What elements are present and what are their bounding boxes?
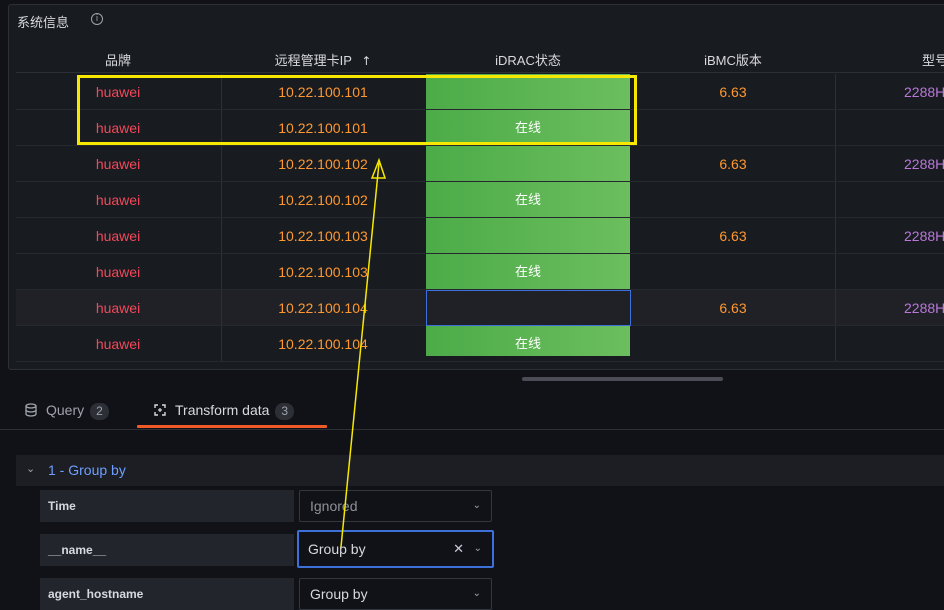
annotation-arrow (340, 157, 387, 548)
